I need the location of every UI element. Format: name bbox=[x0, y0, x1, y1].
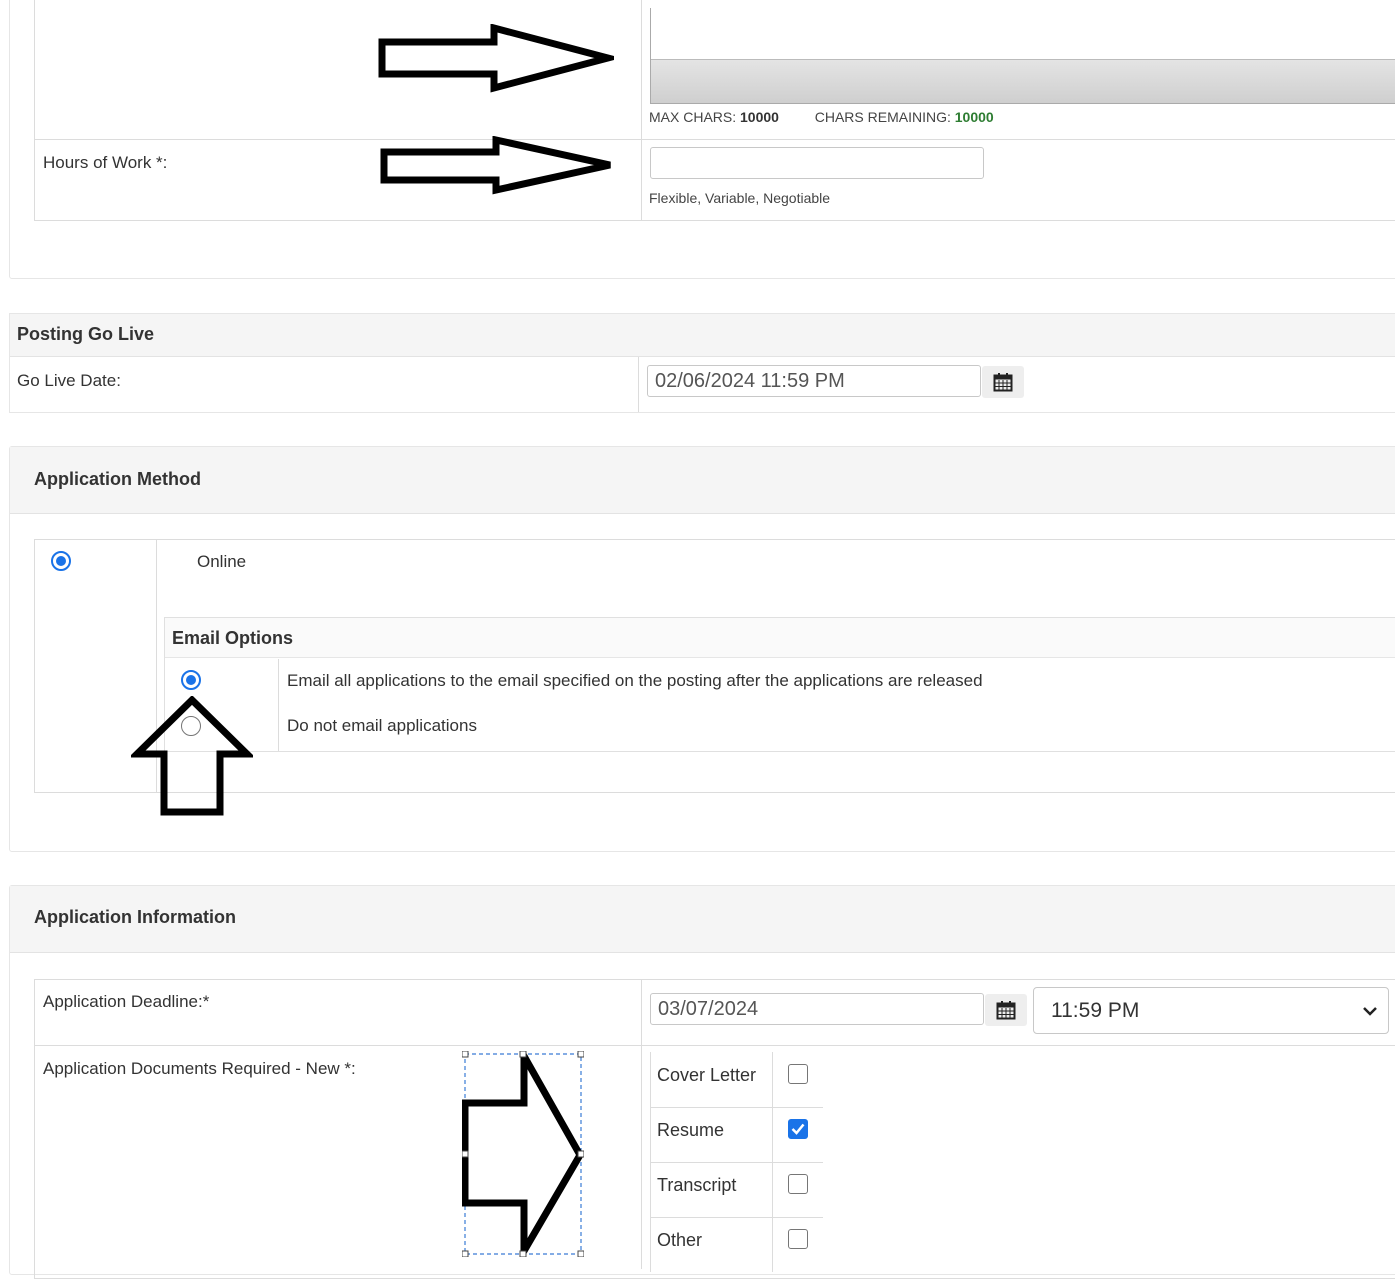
deadline-calendar-button[interactable] bbox=[985, 994, 1027, 1026]
row-divider bbox=[34, 1045, 1395, 1046]
arrow-right-annotation bbox=[380, 136, 616, 196]
email-all-radio[interactable] bbox=[181, 670, 201, 690]
column-divider bbox=[641, 0, 642, 221]
do-not-email-label: Do not email applications bbox=[287, 716, 477, 735]
application-information-title: Application Information bbox=[34, 907, 236, 927]
textarea-resize-bar[interactable] bbox=[651, 59, 1395, 103]
hours-of-work-input[interactable] bbox=[650, 147, 984, 179]
go-live-calendar-button[interactable] bbox=[982, 366, 1024, 398]
online-radio[interactable] bbox=[51, 551, 71, 571]
document-resume-checkbox[interactable] bbox=[788, 1119, 808, 1139]
chevron-down-icon bbox=[1363, 1007, 1377, 1016]
calendar-icon bbox=[993, 373, 1013, 392]
row-divider bbox=[650, 1107, 823, 1108]
email-all-label: Email all applications to the email spec… bbox=[287, 671, 983, 690]
application-method-title: Application Method bbox=[34, 469, 201, 489]
max-chars-value: 10000 bbox=[740, 109, 779, 125]
hours-of-work-hint: Flexible, Variable, Negotiable bbox=[649, 190, 831, 206]
arrow-right-annotation bbox=[378, 24, 614, 94]
row-divider bbox=[650, 1162, 823, 1163]
posting-go-live-title: Posting Go Live bbox=[17, 324, 155, 344]
email-options-header bbox=[165, 618, 1395, 658]
application-deadline-label: Application Deadline:* bbox=[43, 992, 210, 1011]
chars-remaining-label: CHARS REMAINING: bbox=[814, 109, 951, 125]
document-cover-letter-checkbox[interactable] bbox=[788, 1064, 808, 1084]
arrow-up-annotation bbox=[131, 696, 253, 818]
document-transcript-label: Transcript bbox=[657, 1175, 737, 1195]
online-label: Online bbox=[197, 552, 247, 571]
go-live-date-label: Go Live Date: bbox=[17, 371, 121, 390]
selected-arrow-annotation[interactable] bbox=[461, 1042, 585, 1264]
column-divider bbox=[638, 357, 639, 412]
document-other-checkbox[interactable] bbox=[788, 1229, 808, 1249]
row-divider bbox=[34, 139, 1395, 140]
document-transcript-checkbox[interactable] bbox=[788, 1174, 808, 1194]
posting-go-live-header bbox=[10, 314, 1395, 357]
deadline-date-input[interactable] bbox=[650, 993, 984, 1025]
document-resume-label: Resume bbox=[657, 1120, 725, 1140]
calendar-icon bbox=[996, 1001, 1016, 1020]
column-divider bbox=[278, 659, 279, 751]
document-other-label: Other bbox=[657, 1230, 703, 1250]
char-count-info: MAX CHARS: 10000 CHARS REMAINING: 10000 bbox=[649, 109, 994, 125]
email-options-title: Email Options bbox=[172, 628, 294, 648]
documents-required-label: Application Documents Required - New *: bbox=[43, 1059, 356, 1078]
chars-remaining-value: 10000 bbox=[954, 109, 994, 125]
column-divider bbox=[641, 979, 642, 1269]
application-method-header bbox=[10, 447, 1395, 514]
go-live-date-input[interactable] bbox=[647, 365, 981, 397]
deadline-time-select[interactable]: 11:59 PM bbox=[1033, 987, 1389, 1034]
document-cover-letter-label: Cover Letter bbox=[657, 1065, 757, 1085]
row-divider bbox=[650, 1217, 823, 1218]
max-chars-label: MAX CHARS: bbox=[649, 109, 737, 125]
deadline-time-value: 11:59 PM bbox=[1051, 999, 1140, 1022]
checkmark-icon bbox=[791, 1123, 805, 1135]
row-bottom-border bbox=[34, 220, 1395, 221]
row-left-border bbox=[34, 0, 35, 221]
hours-of-work-label: Hours of Work *: bbox=[43, 153, 168, 172]
